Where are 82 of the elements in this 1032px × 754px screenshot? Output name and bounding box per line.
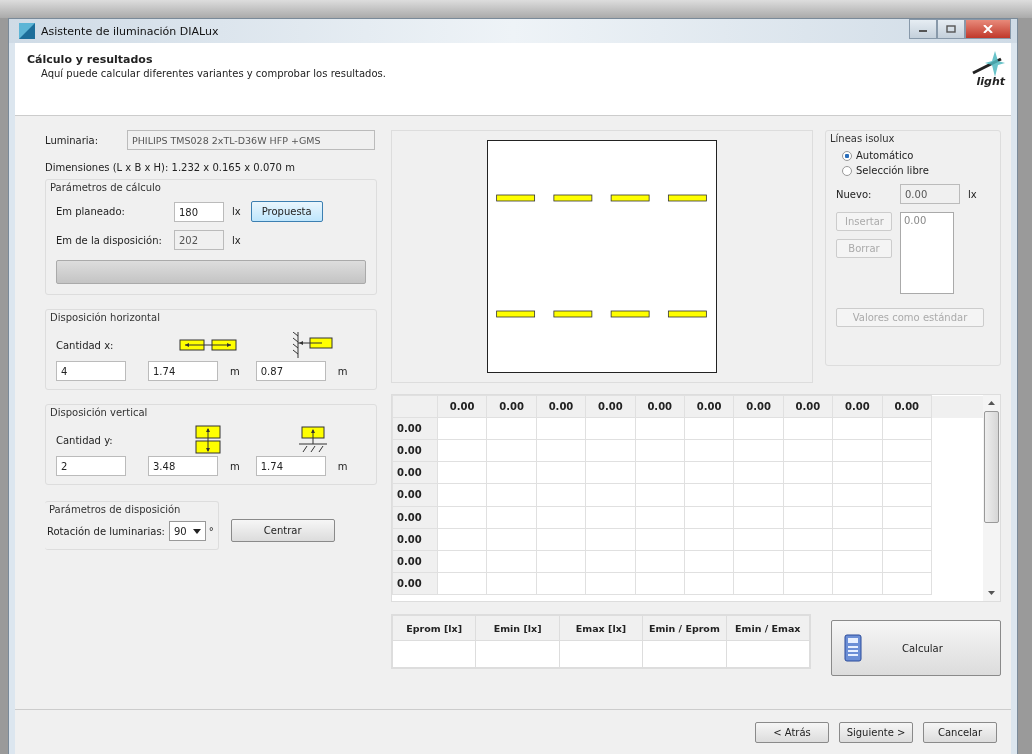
input-field[interactable]: 4 [56, 361, 126, 381]
calculate-button[interactable]: Calcular [831, 620, 1001, 676]
logo-text: light [976, 75, 1005, 88]
unit-label: ° [208, 525, 214, 537]
column-header: Emin / Emax [726, 615, 810, 641]
scroll-thumb[interactable] [984, 411, 999, 523]
unit-label: m [337, 460, 348, 472]
group-title: Disposición horizontal [50, 312, 161, 323]
scroll-down-icon [988, 591, 995, 595]
group-title: Parámetros de cálculo [50, 182, 162, 193]
maximize-icon [946, 25, 956, 33]
unit-label: m [230, 365, 240, 377]
button[interactable]: Propuesta [250, 201, 323, 222]
group-title: Líneas isolux [830, 133, 896, 144]
close-button[interactable] [965, 19, 1011, 39]
field-label: Cantidad x: [56, 339, 115, 351]
group-title: Parámetros de disposición [49, 504, 182, 515]
luminaire-spacing-icon [195, 425, 221, 455]
column-header: 0.00 [832, 395, 882, 418]
luminaire-spacing-icon [179, 338, 237, 352]
close-icon [983, 25, 993, 33]
column-header: 0.00 [585, 395, 636, 418]
input-field[interactable]: 1.74 [255, 456, 326, 476]
row-header: 0.00 [392, 439, 438, 462]
window-title: Asistente de iluminación DIALux [41, 24, 220, 38]
radio-option[interactable]: Automático [842, 150, 990, 161]
vertical-scrollbar[interactable] [983, 395, 1000, 601]
column-header: 0.00 [486, 395, 537, 418]
unit-label: m [337, 365, 348, 377]
field-label: Cantidad y: [56, 434, 114, 446]
row-header: 0.00 [392, 417, 438, 440]
page-title: Cálculo y resultados [27, 53, 154, 66]
maximize-button[interactable] [937, 19, 965, 39]
field-label: Rotación de luminarias: [47, 525, 165, 537]
column-header: 0.00 [437, 395, 487, 418]
button[interactable]: Cancelar [923, 721, 997, 743]
unit-label: lx [232, 234, 241, 246]
minimize-button[interactable] [909, 19, 937, 39]
radio-option[interactable]: Selección libre [842, 165, 990, 176]
list-box[interactable]: 0.00 [900, 212, 954, 294]
column-header: Emin [lx] [475, 615, 560, 641]
input-field[interactable]: 2 [56, 456, 126, 476]
dimensions-text: Dimensiones (L x B x H): 1.232 x 0.165 x 0.070 m [45, 162, 296, 173]
column-header: Emin / Eprom [642, 615, 727, 641]
list-item[interactable]: 0.00 [904, 215, 950, 226]
input-field[interactable]: 180 [174, 201, 224, 222]
row-header: 0.00 [392, 572, 438, 595]
scroll-up-icon [988, 401, 995, 405]
unit-label: lx [232, 206, 241, 217]
wall-distance-icon [292, 332, 335, 358]
column-header: 0.00 [783, 395, 833, 418]
column-header: 0.00 [536, 395, 586, 418]
column-header: Emax [lx] [559, 615, 643, 641]
calculator-icon [844, 634, 862, 662]
row-header: 0.00 [392, 506, 438, 529]
column-header: 0.00 [684, 395, 734, 418]
app-icon [19, 23, 35, 39]
unit-label: lx [968, 188, 977, 200]
row-header: 0.00 [392, 550, 438, 573]
button[interactable]: Centrar [230, 519, 335, 542]
column-header: 0.00 [733, 395, 784, 418]
input-field[interactable]: 1.74 [148, 361, 218, 381]
input-field[interactable]: 0.87 [255, 361, 326, 381]
field-label: Em de la disposición: [56, 234, 163, 246]
button[interactable]: Siguiente > [839, 721, 913, 743]
column-header: Eprom [lx] [392, 615, 476, 641]
page-subtitle: Aquí puede calcular diferentes variantes y comprobar los resultados. [41, 68, 386, 79]
row-header: 0.00 [392, 528, 438, 551]
group-title: Disposición vertical [50, 407, 149, 418]
wall-distance-icon [299, 426, 328, 454]
column-header: 0.00 [882, 395, 932, 418]
row-header: 0.00 [392, 483, 438, 507]
column-header: 0.00 [635, 395, 685, 418]
field-label: Nuevo: [836, 188, 873, 200]
unit-label: m [230, 460, 240, 472]
row-header: 0.00 [392, 461, 438, 484]
input-field[interactable]: 3.48 [148, 456, 218, 476]
dropdown-arrow-icon [192, 528, 201, 534]
field-label: Em planeado: [56, 206, 126, 217]
field-label: Luminaria: [45, 134, 100, 146]
rotation-dropdown[interactable]: 90 [168, 521, 206, 541]
button[interactable]: < Atrás [755, 721, 829, 743]
